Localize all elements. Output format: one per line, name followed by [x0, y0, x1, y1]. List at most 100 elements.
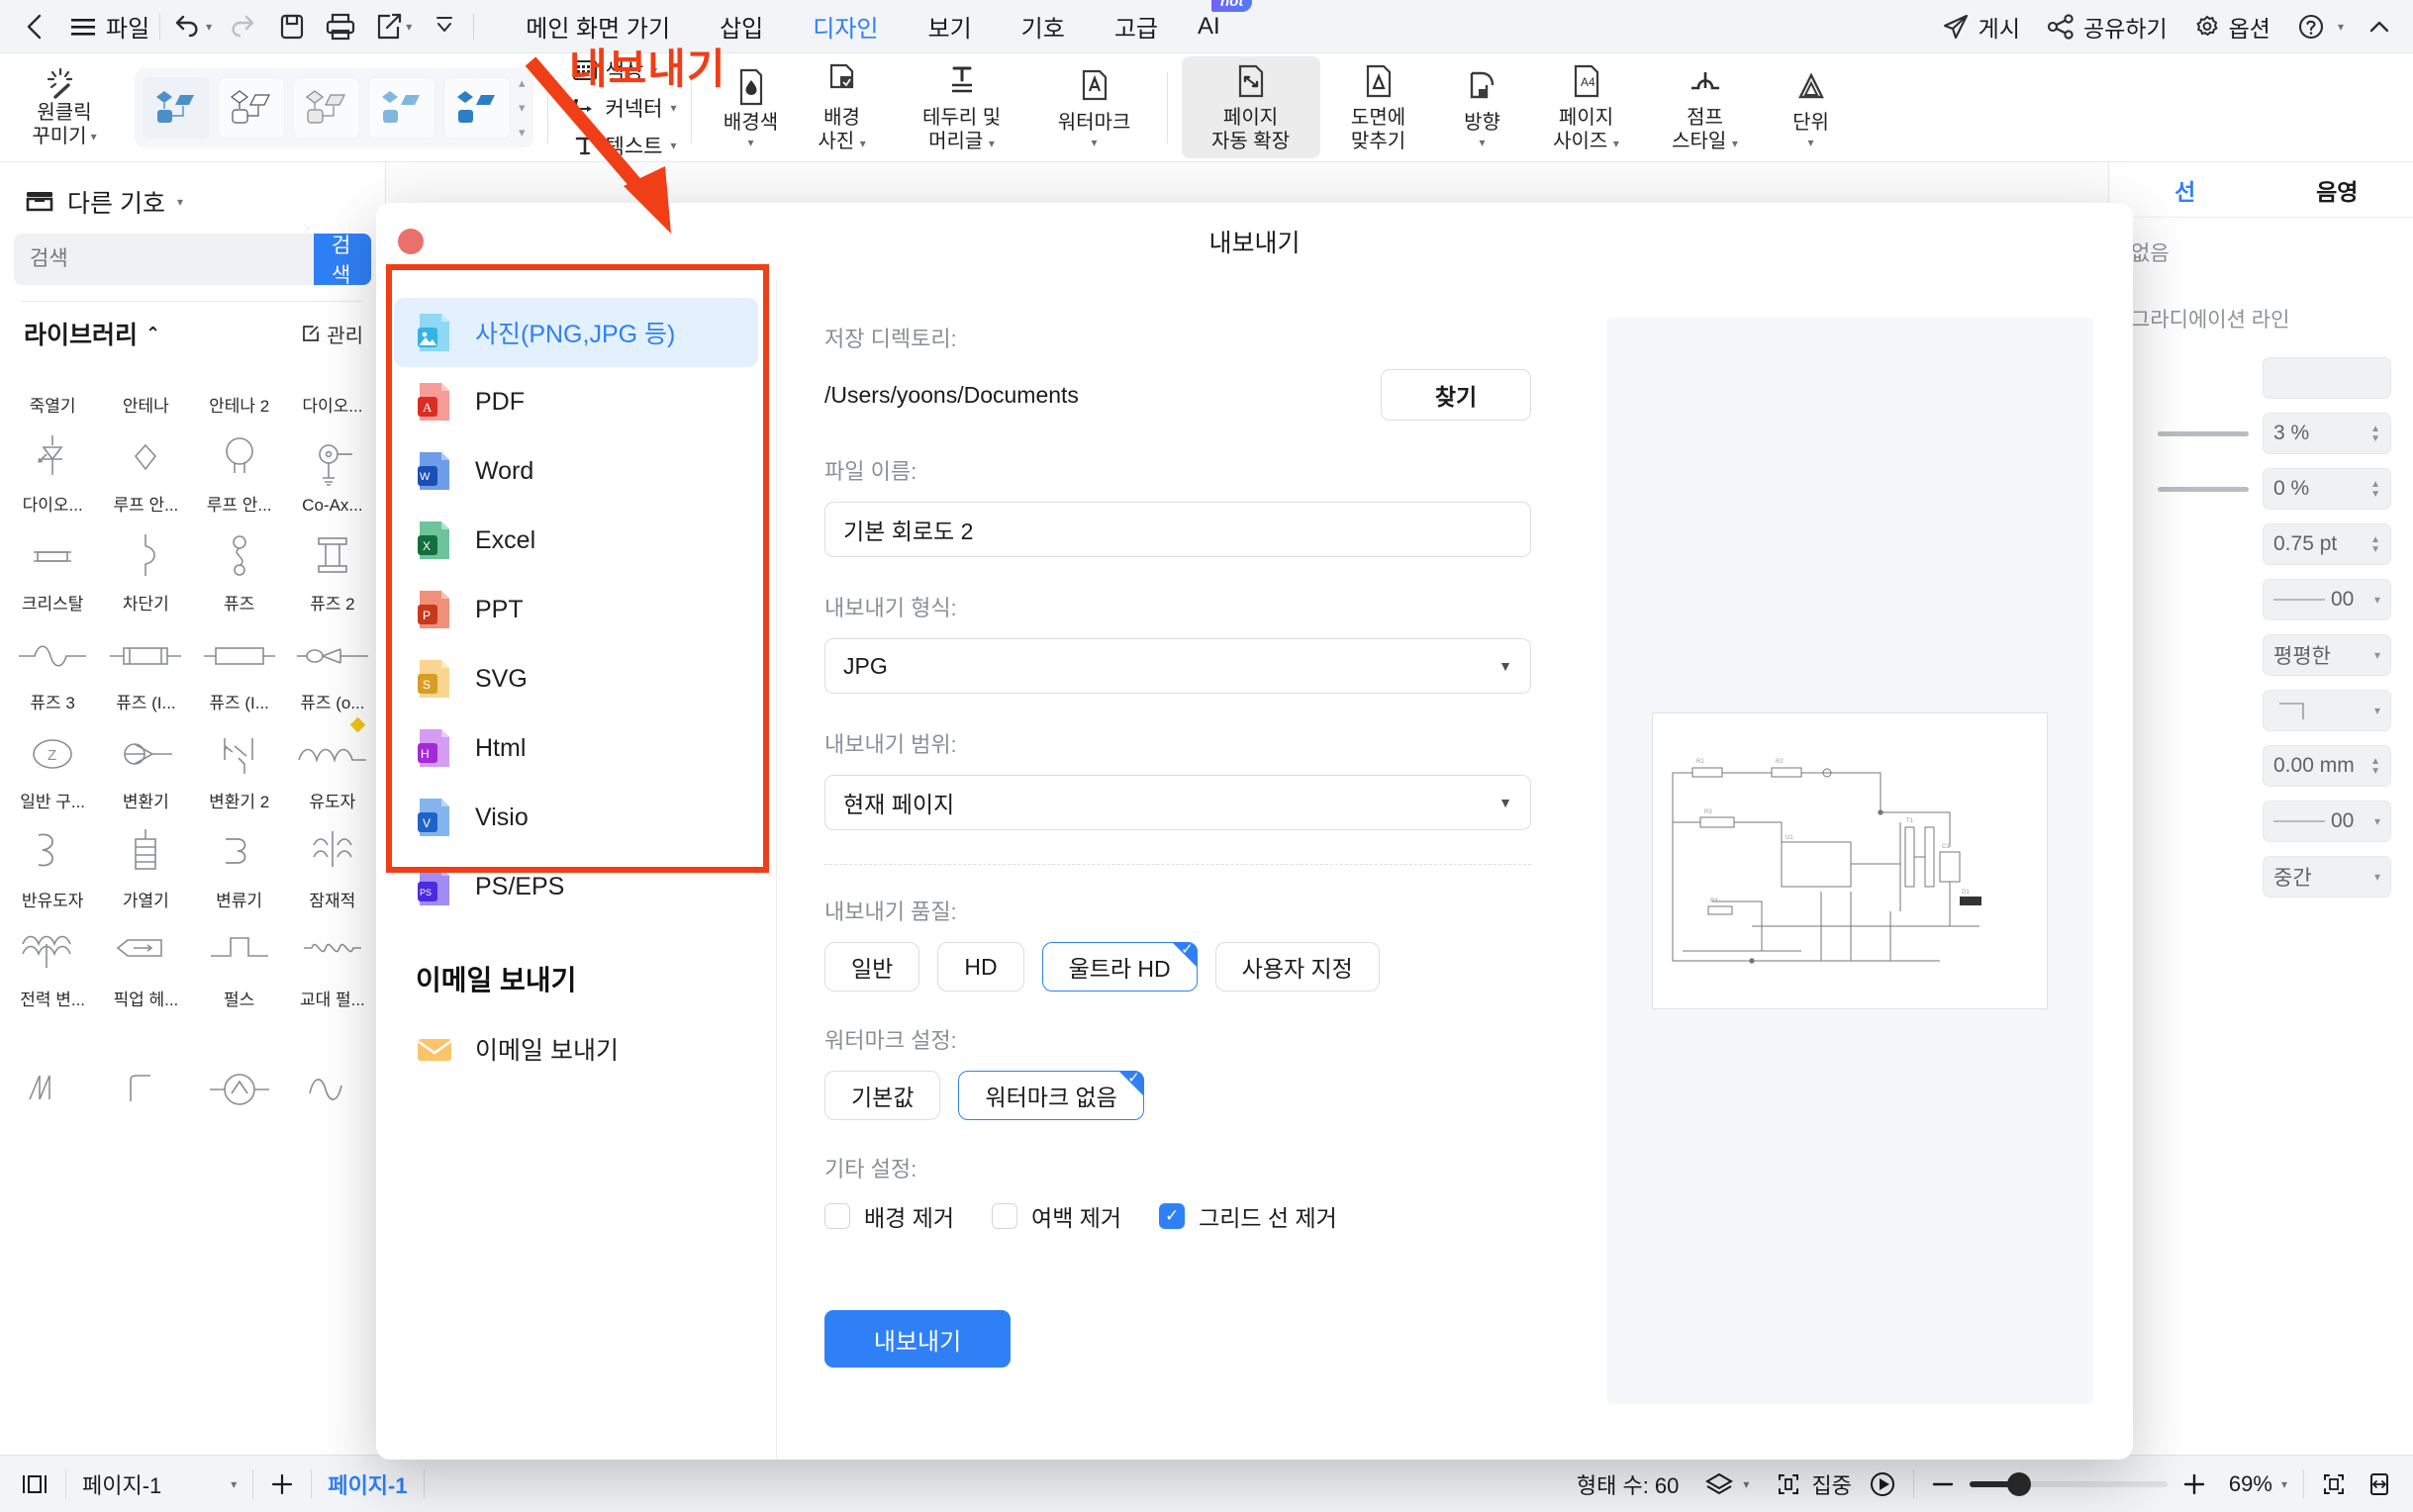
- symbol-item[interactable]: 변환기: [99, 713, 192, 812]
- chevron-down-icon[interactable]: ▾: [989, 137, 995, 150]
- checkbox-remove-background[interactable]: 배경 제거: [824, 1199, 954, 1233]
- symbol-item[interactable]: [6, 1010, 99, 1109]
- chevron-down-icon[interactable]: ▾: [2281, 1477, 2287, 1491]
- chevron-down-icon[interactable]: ▾: [1732, 137, 1738, 150]
- stepper-icon[interactable]: ▲ ▼: [2370, 479, 2380, 499]
- back-icon[interactable]: [22, 12, 48, 42]
- publish-button[interactable]: 게시: [1941, 10, 2020, 44]
- chevron-up-icon[interactable]: ⌃: [145, 324, 160, 344]
- theme-card-5[interactable]: [443, 76, 511, 139]
- tab-symbol[interactable]: 기호: [1019, 0, 1067, 57]
- symbol-item[interactable]: 전력 변...: [6, 911, 99, 1010]
- share-button[interactable]: 공유하기: [2046, 10, 2168, 44]
- watermark-option-default[interactable]: 기본값: [824, 1071, 941, 1120]
- second-slider[interactable]: [2158, 486, 2249, 492]
- search-input[interactable]: [14, 247, 314, 271]
- filename-input[interactable]: [824, 502, 1531, 557]
- symbol-item[interactable]: 죽열기: [6, 359, 99, 417]
- zoom-out-button[interactable]: [1930, 1471, 1956, 1497]
- symbol-item[interactable]: [193, 1010, 286, 1109]
- symbol-item[interactable]: 변환기 2: [193, 713, 286, 812]
- fit-width-button[interactable]: [2365, 1470, 2393, 1498]
- search-button[interactable]: 검색: [314, 234, 371, 285]
- add-page-button[interactable]: [269, 1471, 295, 1497]
- text-button[interactable]: 텍스트 ▾: [572, 131, 677, 160]
- quality-option-normal[interactable]: 일반: [824, 942, 920, 992]
- symbol-item[interactable]: 루프 안...: [99, 417, 192, 516]
- connector-button[interactable]: 커넥터 ▾: [572, 93, 677, 123]
- export-format-select[interactable]: JPG ▼: [824, 638, 1531, 694]
- unit-button[interactable]: 단위 ▾: [1766, 61, 1857, 153]
- options-button[interactable]: 옵션: [2193, 10, 2270, 44]
- bg-photo-button[interactable]: 배경 사진 ▾: [797, 56, 888, 157]
- format-item-svg[interactable]: S SVG: [394, 644, 758, 713]
- panel-toggle-button[interactable]: [20, 1471, 49, 1497]
- chevron-down-icon[interactable]: ▾: [91, 130, 97, 143]
- chevron-down-icon[interactable]: ▾: [1480, 136, 1486, 149]
- symbol-item[interactable]: 가열기: [99, 812, 192, 911]
- symbol-item[interactable]: 퓨즈 (I...: [99, 614, 192, 713]
- symbol-item[interactable]: 퓨즈 2: [286, 516, 379, 614]
- theme-card-3[interactable]: [293, 76, 360, 139]
- page-selector[interactable]: 페이지-1: [82, 1468, 161, 1500]
- symbol-item[interactable]: 퓨즈: [193, 516, 286, 614]
- orientation-button[interactable]: 방향 ▾: [1437, 61, 1528, 153]
- chevron-down-icon[interactable]: ▾: [671, 101, 677, 115]
- file-menu-button[interactable]: 파일: [69, 9, 149, 44]
- format-item-pdf[interactable]: A PDF: [394, 367, 758, 436]
- page-tab-1[interactable]: 페이지-1: [328, 1468, 407, 1500]
- redo-icon[interactable]: [226, 12, 259, 42]
- format-item-ps-eps[interactable]: PS PS/EPS: [394, 852, 758, 921]
- symbol-item[interactable]: [286, 1010, 379, 1109]
- tab-view[interactable]: 보기: [925, 0, 973, 57]
- format-item-excel[interactable]: X Excel: [394, 506, 758, 575]
- symbol-item[interactable]: 픽업 헤...: [99, 911, 192, 1010]
- collapse-ribbon-icon[interactable]: [2365, 14, 2393, 40]
- fit-drawing-button[interactable]: 도면에 맞추기: [1320, 56, 1437, 157]
- watermark-option-none[interactable]: 워터마크 없음 ✓: [958, 1071, 1145, 1120]
- zoom-in-button[interactable]: [2181, 1471, 2207, 1497]
- share-caret-icon[interactable]: ▾: [406, 20, 412, 34]
- chevron-down-icon[interactable]: ▾: [2374, 593, 2380, 607]
- focus-button[interactable]: 집중: [1775, 1468, 1852, 1500]
- fit-page-button[interactable]: [2320, 1470, 2348, 1498]
- more-options-icon[interactable]: [432, 12, 457, 42]
- browse-button[interactable]: 찾기: [1381, 369, 1531, 421]
- arrow-size-field[interactable]: 중간 ▾: [2263, 856, 2391, 898]
- symbol-item[interactable]: 유도자: [286, 713, 379, 812]
- checkbox-remove-margin[interactable]: 여백 제거: [992, 1199, 1121, 1233]
- quality-option-ultra-hd[interactable]: 울트라 HD ✓: [1041, 942, 1198, 992]
- tab-advanced[interactable]: 고급: [1112, 0, 1160, 57]
- chevron-down-icon[interactable]: ▾: [1092, 136, 1098, 149]
- chevron-down-icon[interactable]: ▾: [671, 139, 677, 152]
- close-icon[interactable]: [398, 229, 424, 254]
- format-item-html[interactable]: H Html: [394, 713, 758, 783]
- help-caret-icon[interactable]: ▾: [2338, 20, 2344, 34]
- line-weight-field[interactable]: 0.75 pt ▲ ▼: [2263, 523, 2391, 565]
- tab-shading[interactable]: 음영: [2262, 173, 2413, 207]
- save-icon[interactable]: [277, 12, 307, 42]
- page-size-button[interactable]: A4 페이지 사이즈 ▾: [1528, 56, 1645, 157]
- theme-gallery-more[interactable]: ▴ ▾ ▾: [519, 75, 526, 141]
- chevron-down-icon[interactable]: ▾: [748, 136, 754, 149]
- stepper-icon[interactable]: ▲ ▼: [2370, 756, 2380, 776]
- symbol-item[interactable]: 크리스탈: [6, 516, 99, 614]
- checkbox-remove-gridlines[interactable]: ✓ 그리드 선 제거: [1159, 1199, 1337, 1233]
- chevron-down-icon[interactable]: ▾: [1808, 136, 1814, 149]
- transparency-field[interactable]: 3 % ▲ ▼: [2263, 413, 2391, 454]
- manage-library-button[interactable]: 관리: [301, 320, 363, 348]
- cap-style-field[interactable]: 평평한 ▾: [2263, 634, 2391, 676]
- library-section-title[interactable]: 라이브러리 ⌃: [24, 316, 160, 351]
- format-item-word[interactable]: W Word: [394, 436, 758, 506]
- help-circle-icon[interactable]: [2296, 12, 2326, 42]
- symbol-item[interactable]: 반유도자: [6, 812, 99, 911]
- theme-card-2[interactable]: [218, 76, 285, 139]
- format-item-visio[interactable]: V Visio: [394, 783, 758, 852]
- symbol-item[interactable]: 다이오...: [6, 417, 99, 516]
- chevron-down-icon[interactable]: ▾: [2374, 814, 2380, 828]
- checkbox-box[interactable]: [992, 1203, 1018, 1229]
- jump-style-button[interactable]: 점프 스타일 ▾: [1645, 56, 1766, 157]
- layers-button[interactable]: ▾: [1704, 1470, 1749, 1498]
- symbol-item[interactable]: 잠재적: [286, 812, 379, 911]
- chevron-down-icon[interactable]: ▾: [2374, 648, 2380, 662]
